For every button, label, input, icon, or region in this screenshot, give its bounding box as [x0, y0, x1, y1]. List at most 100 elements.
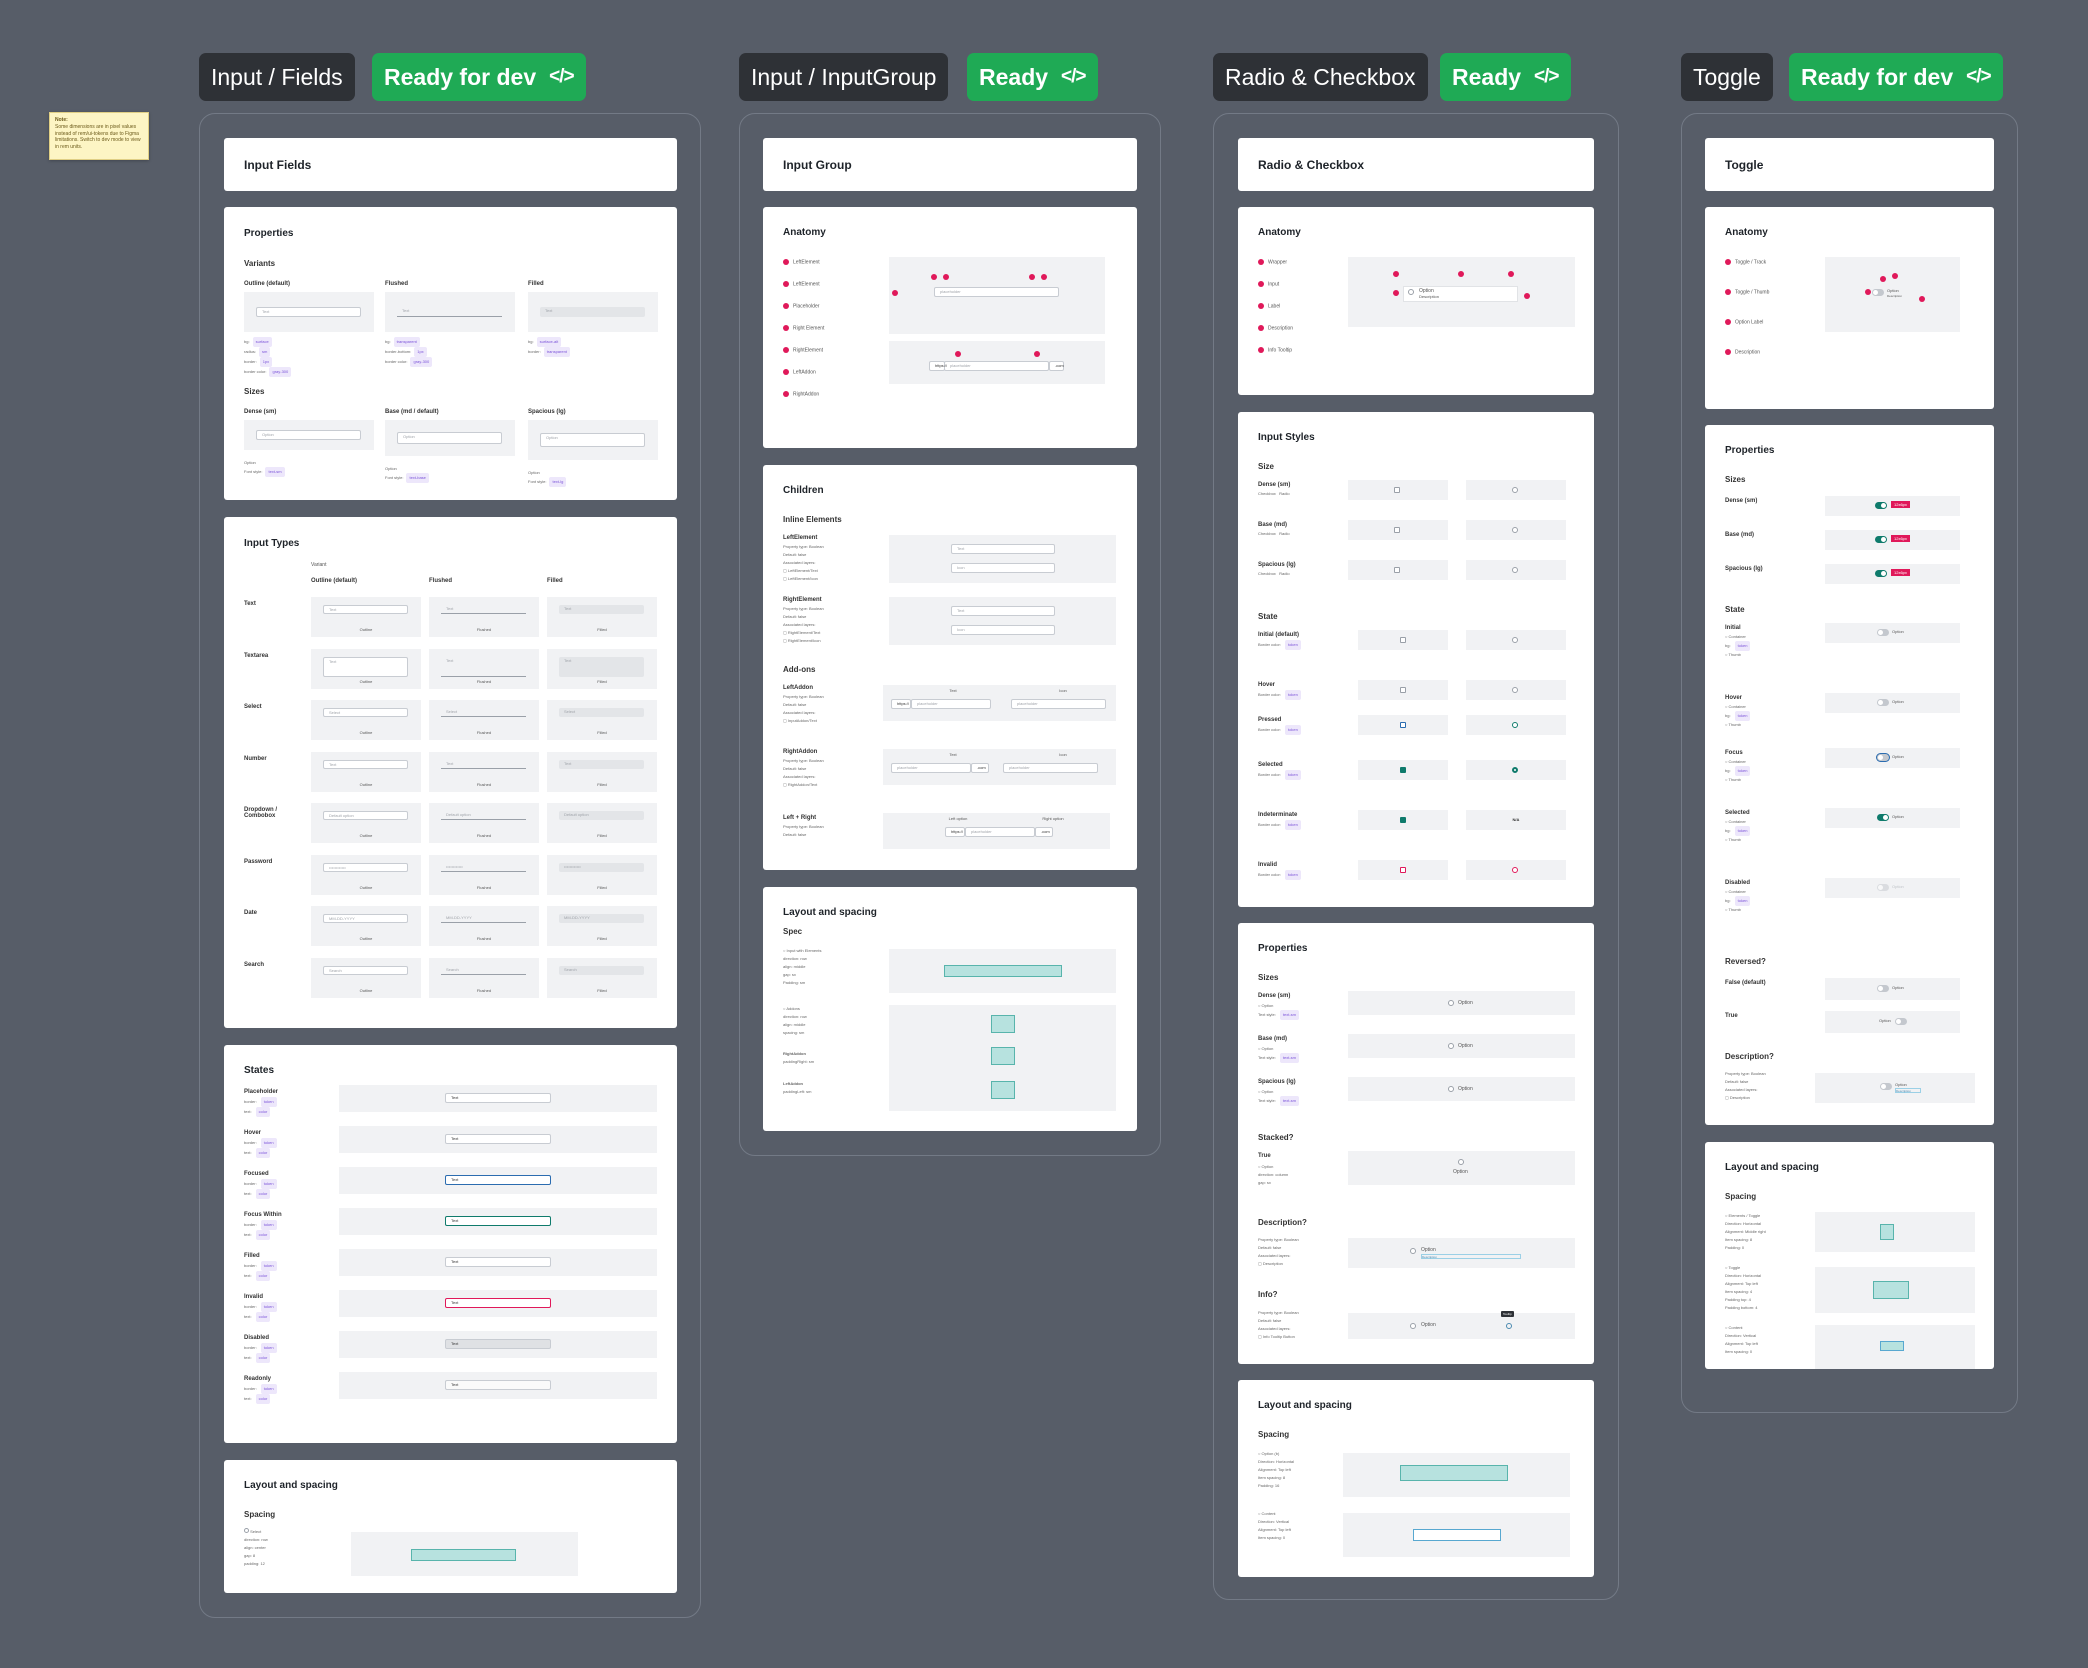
radio-input[interactable]: [1458, 1159, 1464, 1165]
type-input-text[interactable]: Text: [441, 605, 526, 614]
checkbox[interactable]: [1400, 687, 1406, 693]
state-input[interactable]: Text: [445, 1093, 551, 1103]
select-lg[interactable]: Option: [540, 433, 645, 447]
type-input-number[interactable]: Text: [559, 759, 644, 769]
radio-input[interactable]: [1410, 1323, 1416, 1329]
spec-meta: Property type: Boolean Default: false Asso…: [783, 544, 824, 581]
checkbox[interactable]: [1400, 722, 1406, 728]
state-input[interactable]: Text: [445, 1339, 551, 1349]
state-preview: Text: [339, 1372, 657, 1399]
type-input-dropdown-combobox[interactable]: Default option: [559, 811, 644, 820]
state-input[interactable]: Text: [445, 1380, 551, 1390]
preview-input[interactable]: placeholder: [944, 361, 1049, 371]
toggle-switch[interactable]: [1872, 289, 1884, 296]
radio[interactable]: [1512, 687, 1518, 693]
type-input-date[interactable]: MM-DD-YYYY: [441, 914, 526, 923]
checkbox[interactable]: [1394, 527, 1400, 533]
toggle-switch[interactable]: [1877, 814, 1889, 821]
type-input-date[interactable]: MM-DD-YYYY: [323, 914, 408, 923]
toggle-switch[interactable]: [1875, 570, 1887, 577]
state-input[interactable]: Text: [445, 1257, 551, 1267]
radio[interactable]: [1448, 1000, 1454, 1006]
type-input-dropdown-combobox[interactable]: Default option: [441, 811, 526, 820]
variant-caption: Filled: [597, 987, 607, 993]
input-flushed[interactable]: Text: [397, 307, 502, 317]
type-input-select[interactable]: Select: [559, 708, 644, 717]
status-badge-toggle[interactable]: Ready for dev </>: [1789, 53, 2003, 101]
type-input-text[interactable]: Text: [323, 605, 408, 614]
radio[interactable]: [1512, 567, 1518, 573]
radio-input[interactable]: [1408, 289, 1414, 295]
radio[interactable]: [1448, 1043, 1454, 1049]
radio[interactable]: [1512, 767, 1518, 773]
type-input-number[interactable]: Text: [441, 760, 526, 769]
toggle-switch[interactable]: [1877, 699, 1889, 706]
toggle-switch[interactable]: [1877, 754, 1889, 761]
type-input-password[interactable]: ••••••••••••: [559, 862, 644, 872]
addon-label: RightAddon: [783, 749, 818, 755]
type-input-search[interactable]: Search: [323, 965, 408, 975]
select-md[interactable]: Option: [397, 432, 502, 444]
column-title-toggle: Toggle: [1681, 53, 1773, 101]
toggle-switch[interactable]: [1895, 1018, 1907, 1025]
state-input[interactable]: Text: [445, 1298, 551, 1308]
select-sm[interactable]: Option: [256, 430, 361, 440]
type-input-search[interactable]: Search: [559, 965, 644, 975]
state-preview: Text: [339, 1208, 657, 1235]
preview-input[interactable]: placeholder: [965, 827, 1035, 837]
preview-input[interactable]: placeholder: [1011, 699, 1106, 709]
input-outline[interactable]: Text: [256, 307, 361, 317]
type-preview: Search Outline: [311, 957, 421, 998]
preview-input[interactable]: placeholder: [911, 699, 991, 709]
toggle-switch[interactable]: [1877, 629, 1889, 636]
variant-caption: Outline: [359, 678, 373, 684]
type-input-textarea[interactable]: Text: [559, 656, 644, 677]
preview-input[interactable]: Text: [951, 606, 1055, 616]
state-input[interactable]: Text: [445, 1175, 551, 1185]
toggle-switch[interactable]: [1880, 1083, 1892, 1090]
type-input-search[interactable]: Search: [441, 966, 526, 975]
status-badge-input-fields[interactable]: Ready for dev </>: [372, 53, 586, 101]
checkbox[interactable]: [1400, 867, 1406, 873]
preview-input[interactable]: Icon: [951, 563, 1055, 573]
type-input-select[interactable]: Select: [323, 708, 408, 717]
status-badge-radio-checkbox[interactable]: Ready </>: [1440, 53, 1571, 101]
input-filled[interactable]: Text: [540, 307, 645, 317]
toggle-switch[interactable]: [1875, 502, 1887, 509]
radio-input[interactable]: [1410, 1248, 1416, 1254]
type-input-select[interactable]: Select: [441, 708, 526, 717]
checkbox[interactable]: [1400, 817, 1406, 823]
type-input-text[interactable]: Text: [559, 605, 644, 614]
toggle-switch[interactable]: [1877, 985, 1889, 992]
type-input-textarea[interactable]: Text: [323, 656, 408, 677]
status-badge-input-group[interactable]: Ready </>: [967, 53, 1098, 101]
preview-input[interactable]: placeholder: [934, 287, 1059, 297]
radio[interactable]: [1512, 527, 1518, 533]
radio[interactable]: [1512, 867, 1518, 873]
toggle-switch[interactable]: [1875, 536, 1887, 543]
checkbox[interactable]: [1394, 487, 1400, 493]
radio[interactable]: [1512, 487, 1518, 493]
spec-meta: Property type: Boolean Default: false Asso…: [783, 758, 824, 787]
preview-input[interactable]: placeholder: [1003, 763, 1098, 773]
type-input-number[interactable]: Text: [323, 759, 408, 769]
checkbox[interactable]: [1400, 767, 1406, 773]
radio[interactable]: [1448, 1086, 1454, 1092]
radio[interactable]: [1512, 722, 1518, 728]
type-input-date[interactable]: MM-DD-YYYY: [559, 914, 644, 923]
toggle-switch[interactable]: [1877, 884, 1889, 891]
state-input[interactable]: Text: [445, 1216, 551, 1226]
type-input-password[interactable]: ••••••••••••: [323, 862, 408, 872]
type-input-password[interactable]: ••••••••••••: [441, 863, 526, 872]
sticky-note[interactable]: Note: Some dimensions are in pixel value…: [49, 112, 149, 160]
preview-input[interactable]: placeholder: [891, 763, 971, 773]
radio[interactable]: [1512, 637, 1518, 643]
state-input[interactable]: Text: [445, 1134, 551, 1144]
preview-input[interactable]: Text: [951, 544, 1055, 554]
preview-input[interactable]: Icon: [951, 625, 1055, 635]
info-icon[interactable]: [1506, 1323, 1512, 1329]
checkbox[interactable]: [1394, 567, 1400, 573]
type-input-dropdown-combobox[interactable]: Default option: [323, 811, 408, 820]
checkbox[interactable]: [1400, 637, 1406, 643]
type-input-textarea[interactable]: Text: [441, 657, 526, 677]
